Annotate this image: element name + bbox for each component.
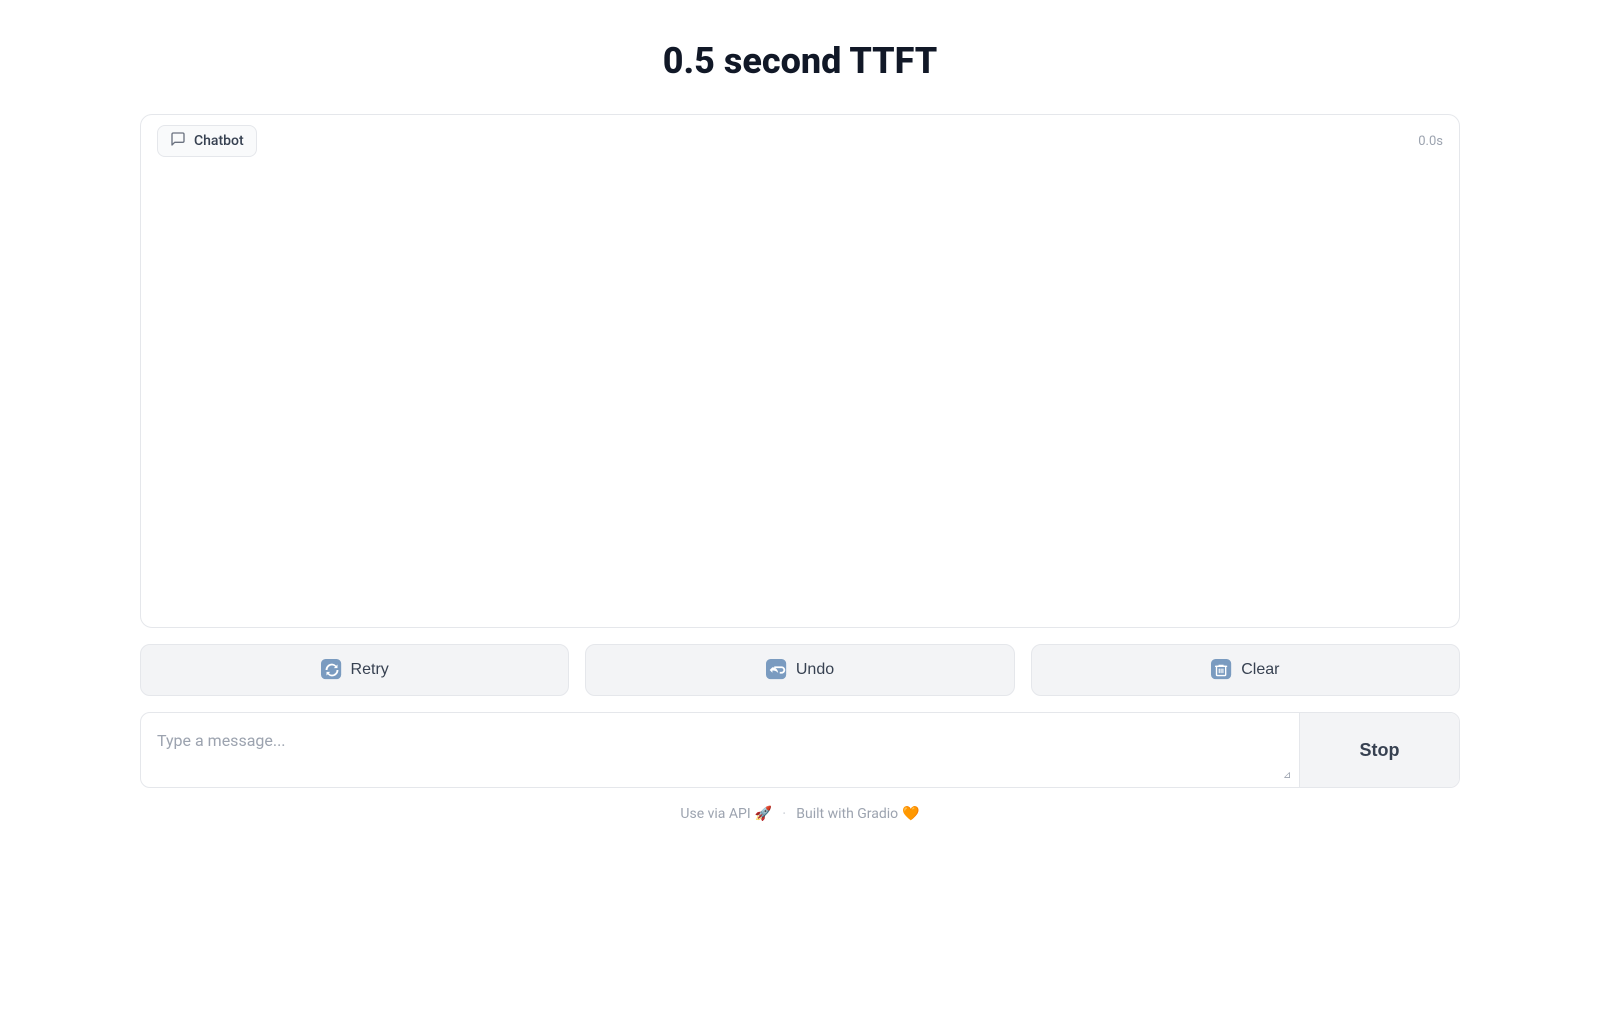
clear-label: Clear [1241,661,1279,679]
page-title: 0.5 second TTFT [663,40,938,82]
clear-icon [1211,659,1233,681]
footer-separator: · [782,804,786,823]
chatbot-header: Chatbot 0.0s [141,115,1459,167]
chatbot-label-wrapper: Chatbot [157,125,257,157]
gradio-link[interactable]: Built with Gradio 🧡 [796,806,919,822]
footer: Use via API 🚀 · Built with Gradio 🧡 [680,804,919,823]
api-link[interactable]: Use via API 🚀 [680,806,772,822]
retry-icon [321,659,343,681]
chatbot-label: Chatbot [194,133,244,149]
api-label: Use via API [680,806,750,822]
stop-button[interactable]: Stop [1299,713,1459,787]
built-label: Built with Gradio [796,806,898,822]
undo-button[interactable]: Undo [585,644,1014,696]
built-icon: 🧡 [902,806,919,822]
api-icon: 🚀 [755,806,772,822]
retry-button[interactable]: Retry [140,644,569,696]
resize-handle: ⊿ [1283,771,1295,783]
input-row: ⊿ Stop [140,712,1460,788]
undo-label: Undo [796,661,834,679]
chatbot-timer: 0.0s [1418,134,1443,149]
undo-icon [766,659,788,681]
chatbot-body [141,167,1459,627]
clear-button[interactable]: Clear [1031,644,1460,696]
message-input[interactable] [141,713,1299,787]
retry-label: Retry [351,661,389,679]
chatbot-icon [170,131,186,151]
main-container: Chatbot 0.0s Retry [140,114,1460,788]
action-buttons-row: Retry Undo [140,644,1460,696]
chatbot-panel: Chatbot 0.0s [140,114,1460,628]
